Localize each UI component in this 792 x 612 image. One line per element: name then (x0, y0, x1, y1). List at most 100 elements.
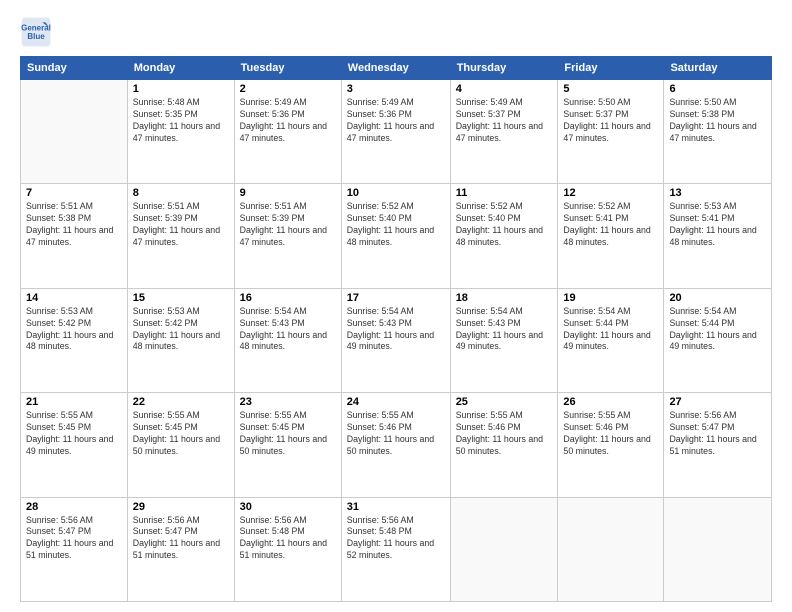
day-number: 11 (456, 187, 553, 199)
day-header-tuesday: Tuesday (234, 57, 341, 80)
day-info: Sunrise: 5:49 AMSunset: 5:36 PMDaylight:… (347, 97, 445, 145)
week-row-4: 21 Sunrise: 5:55 AMSunset: 5:45 PMDayligh… (21, 393, 772, 497)
day-number: 26 (563, 396, 658, 408)
day-info: Sunrise: 5:48 AMSunset: 5:35 PMDaylight:… (133, 97, 229, 145)
day-cell: 30Sunrise: 5:56 AMSunset: 5:48 PMDayligh… (234, 497, 341, 601)
day-cell: 9Sunrise: 5:51 AMSunset: 5:39 PMDaylight… (234, 184, 341, 288)
day-number: 28 (26, 501, 122, 513)
day-cell: 8 Sunrise: 5:51 AMSunset: 5:39 PMDaylight… (127, 184, 234, 288)
day-number: 13 (669, 187, 766, 199)
day-header-thursday: Thursday (450, 57, 558, 80)
day-cell (558, 497, 664, 601)
day-cell: 24Sunrise: 5:55 AMSunset: 5:46 PMDayligh… (341, 393, 450, 497)
day-number: 19 (563, 292, 658, 304)
day-cell: 19Sunrise: 5:54 AMSunset: 5:44 PMDayligh… (558, 288, 664, 392)
header: General Blue (20, 16, 772, 48)
day-number: 10 (347, 187, 445, 199)
day-number: 6 (669, 83, 766, 95)
day-number: 12 (563, 187, 658, 199)
day-info: Sunrise: 5:54 AMSunset: 5:43 PMDaylight:… (456, 306, 553, 354)
week-row-5: 28 Sunrise: 5:56 AMSunset: 5:47 PMDayligh… (21, 497, 772, 601)
day-info: Sunrise: 5:50 AMSunset: 5:37 PMDaylight:… (563, 97, 658, 145)
day-cell: 29Sunrise: 5:56 AMSunset: 5:47 PMDayligh… (127, 497, 234, 601)
day-cell: 12 Sunrise: 5:52 AMSunset: 5:41 PMDayligh… (558, 184, 664, 288)
day-number: 30 (240, 501, 336, 513)
day-info: Sunrise: 5:53 AMSunset: 5:42 PMDaylight:… (133, 306, 229, 354)
week-row-2: 7Sunrise: 5:51 AMSunset: 5:38 PMDaylight… (21, 184, 772, 288)
svg-text:Blue: Blue (27, 32, 45, 41)
day-cell (664, 497, 772, 601)
day-info: Sunrise: 5:51 AMSunset: 5:39 PMDaylight:… (133, 201, 229, 249)
day-info: Sunrise: 5:49 AMSunset: 5:37 PMDaylight:… (456, 97, 553, 145)
day-cell: 2Sunrise: 5:49 AMSunset: 5:36 PMDaylight… (234, 80, 341, 184)
day-info: Sunrise: 5:55 AMSunset: 5:46 PMDaylight:… (347, 410, 445, 458)
day-header-wednesday: Wednesday (341, 57, 450, 80)
day-number: 1 (133, 83, 229, 95)
day-cell: 4 Sunrise: 5:49 AMSunset: 5:37 PMDaylight… (450, 80, 558, 184)
day-cell: 13 Sunrise: 5:53 AMSunset: 5:41 PMDayligh… (664, 184, 772, 288)
day-number: 16 (240, 292, 336, 304)
day-cell: 17 Sunrise: 5:54 AMSunset: 5:43 PMDayligh… (341, 288, 450, 392)
day-cell: 22 Sunrise: 5:55 AMSunset: 5:45 PMDayligh… (127, 393, 234, 497)
day-info: Sunrise: 5:51 AMSunset: 5:39 PMDaylight:… (240, 201, 336, 249)
day-cell: 6 Sunrise: 5:50 AMSunset: 5:38 PMDaylight… (664, 80, 772, 184)
day-info: Sunrise: 5:53 AMSunset: 5:42 PMDaylight:… (26, 306, 122, 354)
day-info: Sunrise: 5:54 AMSunset: 5:44 PMDaylight:… (669, 306, 766, 354)
day-info: Sunrise: 5:55 AMSunset: 5:46 PMDaylight:… (456, 410, 553, 458)
logo: General Blue (20, 16, 56, 48)
day-number: 18 (456, 292, 553, 304)
day-cell: 23 Sunrise: 5:55 AMSunset: 5:45 PMDayligh… (234, 393, 341, 497)
day-number: 2 (240, 83, 336, 95)
day-number: 15 (133, 292, 229, 304)
day-info: Sunrise: 5:54 AMSunset: 5:43 PMDaylight:… (240, 306, 336, 354)
day-cell: 1 Sunrise: 5:48 AMSunset: 5:35 PMDaylight… (127, 80, 234, 184)
day-info: Sunrise: 5:52 AMSunset: 5:41 PMDaylight:… (563, 201, 658, 249)
day-info: Sunrise: 5:55 AMSunset: 5:46 PMDaylight:… (563, 410, 658, 458)
day-header-friday: Friday (558, 57, 664, 80)
calendar-table: SundayMondayTuesdayWednesdayThursdayFrid… (20, 56, 772, 602)
day-cell: 14Sunrise: 5:53 AMSunset: 5:42 PMDayligh… (21, 288, 128, 392)
day-cell: 11 Sunrise: 5:52 AMSunset: 5:40 PMDayligh… (450, 184, 558, 288)
day-cell: 31Sunrise: 5:56 AMSunset: 5:48 PMDayligh… (341, 497, 450, 601)
day-number: 3 (347, 83, 445, 95)
day-info: Sunrise: 5:53 AMSunset: 5:41 PMDaylight:… (669, 201, 766, 249)
day-header-saturday: Saturday (664, 57, 772, 80)
day-info: Sunrise: 5:56 AMSunset: 5:48 PMDaylight:… (347, 515, 445, 563)
day-number: 7 (26, 187, 122, 199)
day-info: Sunrise: 5:50 AMSunset: 5:38 PMDaylight:… (669, 97, 766, 145)
day-cell: 10 Sunrise: 5:52 AMSunset: 5:40 PMDayligh… (341, 184, 450, 288)
logo-icon: General Blue (20, 16, 52, 48)
day-cell: 7Sunrise: 5:51 AMSunset: 5:38 PMDaylight… (21, 184, 128, 288)
page: General Blue SundayMondayTuesdayWednesda… (0, 0, 792, 612)
day-header-monday: Monday (127, 57, 234, 80)
day-cell: 25 Sunrise: 5:55 AMSunset: 5:46 PMDayligh… (450, 393, 558, 497)
day-cell (450, 497, 558, 601)
day-number: 4 (456, 83, 553, 95)
day-info: Sunrise: 5:56 AMSunset: 5:47 PMDaylight:… (26, 515, 122, 563)
day-cell: 16 Sunrise: 5:54 AMSunset: 5:43 PMDayligh… (234, 288, 341, 392)
day-info: Sunrise: 5:55 AMSunset: 5:45 PMDaylight:… (240, 410, 336, 458)
day-number: 22 (133, 396, 229, 408)
day-info: Sunrise: 5:56 AMSunset: 5:47 PMDaylight:… (669, 410, 766, 458)
day-number: 20 (669, 292, 766, 304)
week-row-3: 14Sunrise: 5:53 AMSunset: 5:42 PMDayligh… (21, 288, 772, 392)
day-cell: 28 Sunrise: 5:56 AMSunset: 5:47 PMDayligh… (21, 497, 128, 601)
day-number: 21 (26, 396, 122, 408)
day-cell: 21 Sunrise: 5:55 AMSunset: 5:45 PMDayligh… (21, 393, 128, 497)
day-info: Sunrise: 5:55 AMSunset: 5:45 PMDaylight:… (26, 410, 122, 458)
day-cell: 3 Sunrise: 5:49 AMSunset: 5:36 PMDaylight… (341, 80, 450, 184)
day-number: 8 (133, 187, 229, 199)
day-info: Sunrise: 5:52 AMSunset: 5:40 PMDaylight:… (456, 201, 553, 249)
day-number: 29 (133, 501, 229, 513)
day-number: 5 (563, 83, 658, 95)
day-cell: 5 Sunrise: 5:50 AMSunset: 5:37 PMDaylight… (558, 80, 664, 184)
day-info: Sunrise: 5:55 AMSunset: 5:45 PMDaylight:… (133, 410, 229, 458)
day-cell: 26 Sunrise: 5:55 AMSunset: 5:46 PMDayligh… (558, 393, 664, 497)
day-number: 25 (456, 396, 553, 408)
day-cell: 20 Sunrise: 5:54 AMSunset: 5:44 PMDayligh… (664, 288, 772, 392)
day-number: 23 (240, 396, 336, 408)
day-number: 27 (669, 396, 766, 408)
day-number: 17 (347, 292, 445, 304)
day-info: Sunrise: 5:54 AMSunset: 5:43 PMDaylight:… (347, 306, 445, 354)
day-info: Sunrise: 5:52 AMSunset: 5:40 PMDaylight:… (347, 201, 445, 249)
